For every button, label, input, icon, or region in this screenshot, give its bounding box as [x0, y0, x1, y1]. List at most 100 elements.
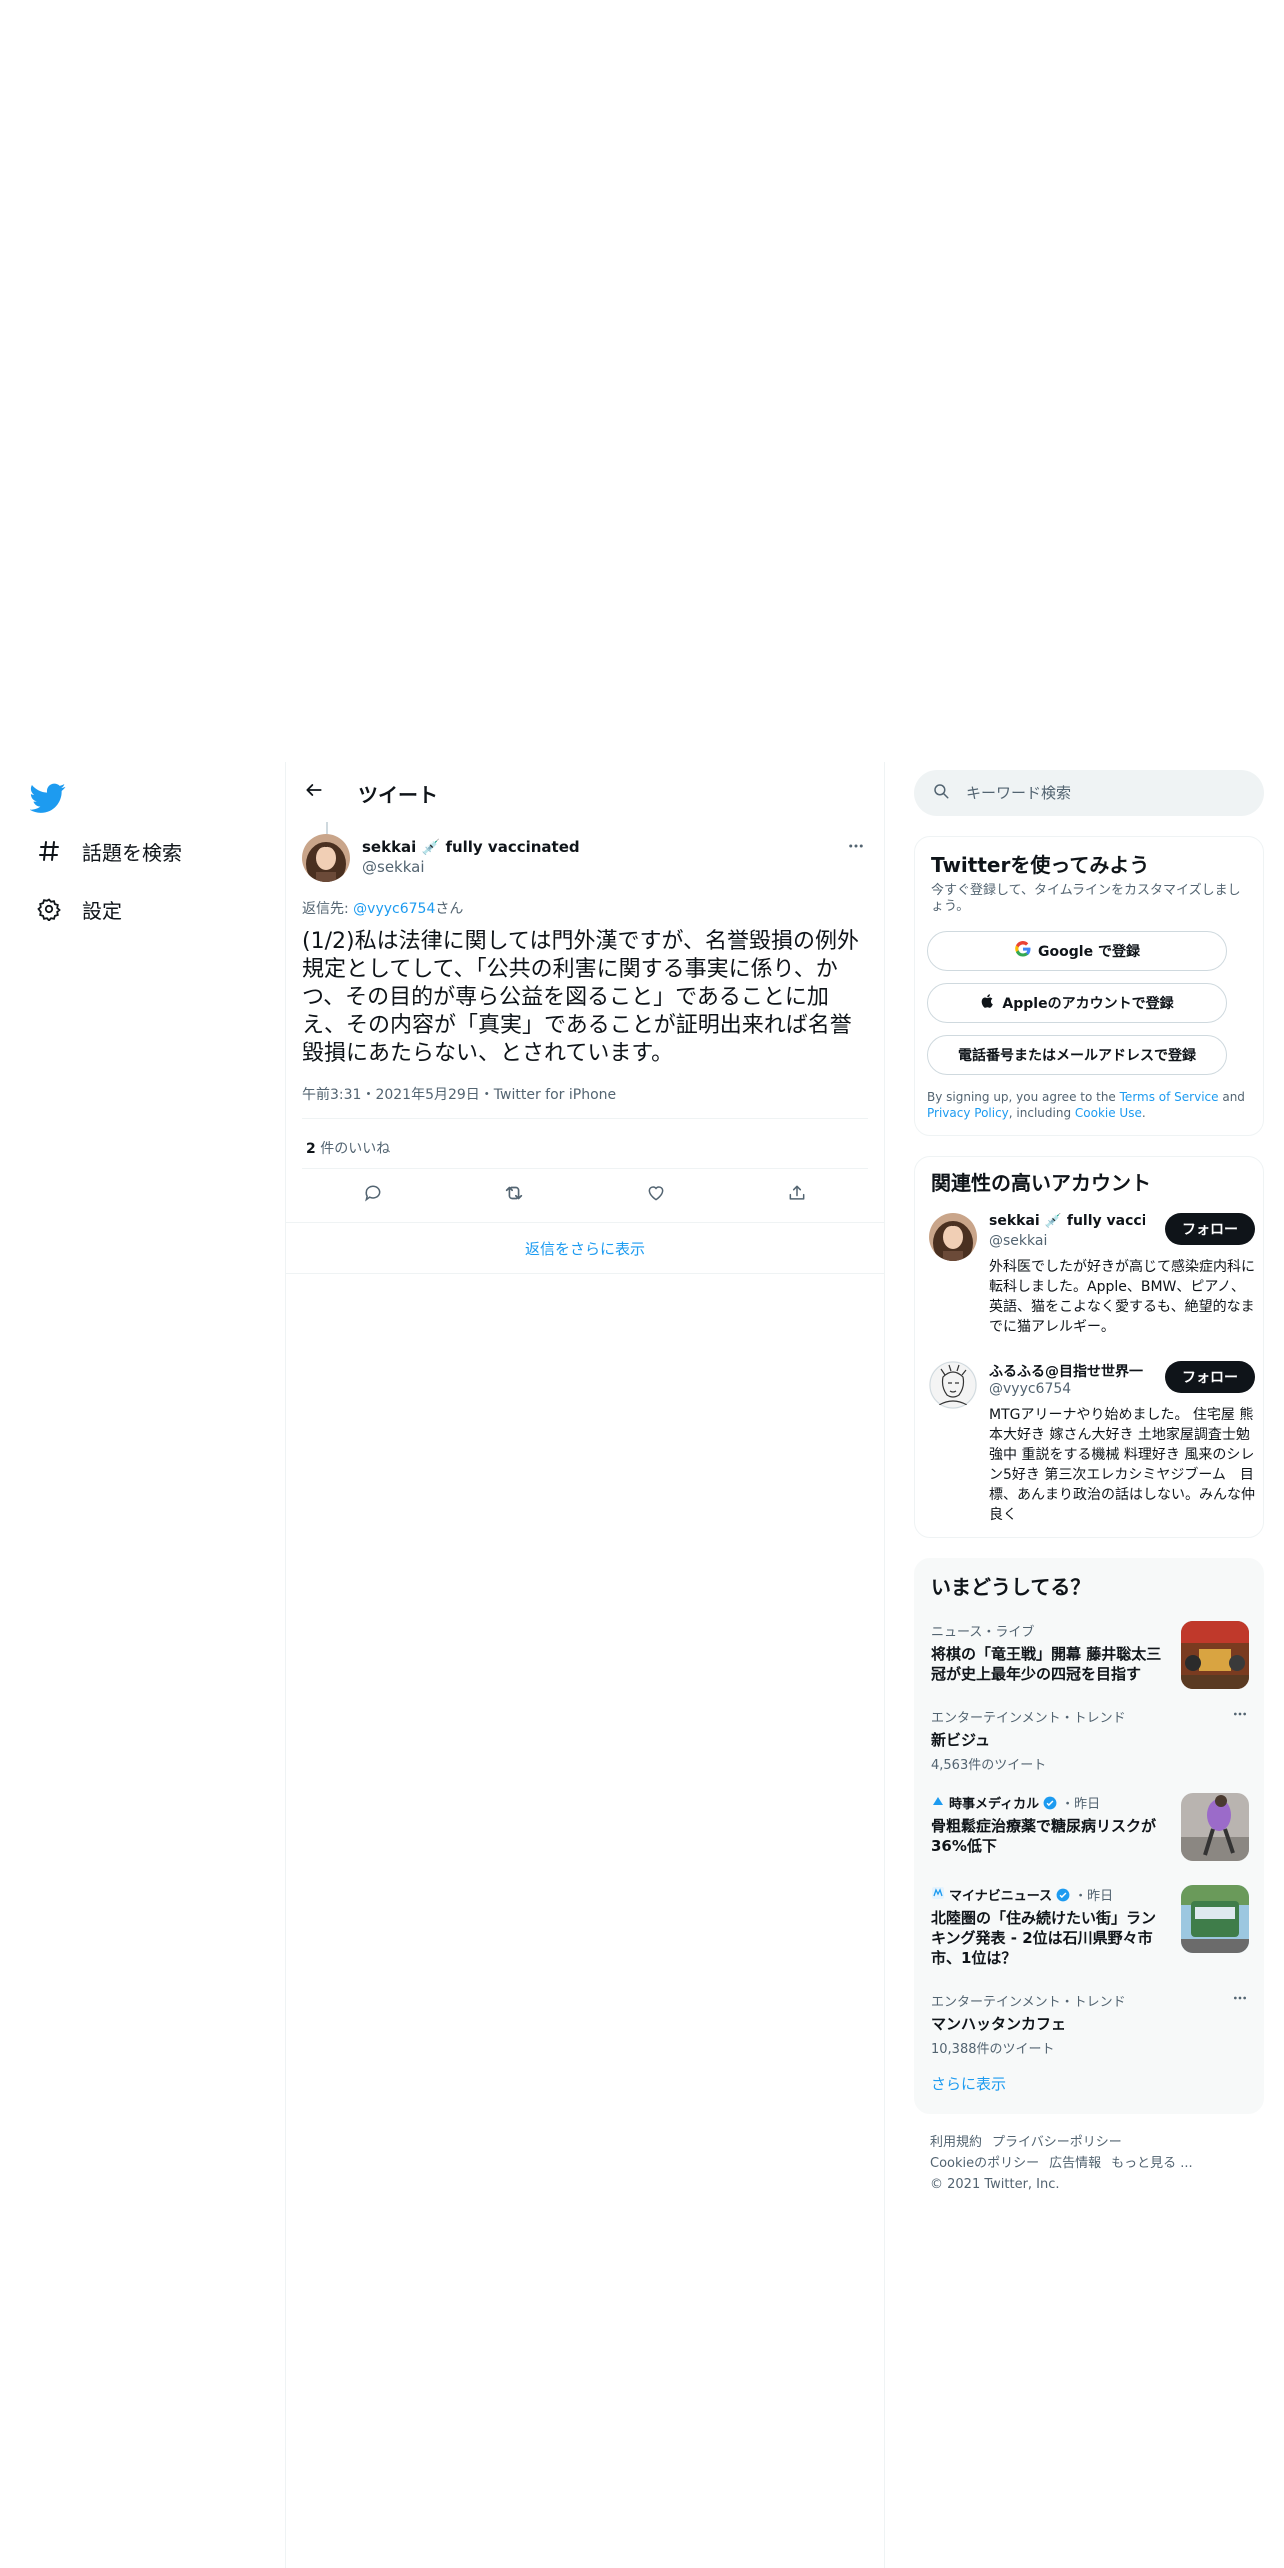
footer-link-ads[interactable]: 広告情報 — [1049, 2156, 1101, 2171]
share-button[interactable] — [779, 1177, 815, 1213]
trends-title: いまどうしてる？ — [931, 1575, 1091, 1599]
more-horizontal-icon — [1232, 1706, 1248, 1726]
search-input[interactable] — [966, 784, 1226, 802]
publish-date: ・昨日 — [1074, 1889, 1114, 1904]
apple-icon — [980, 992, 996, 1014]
trend-more-button[interactable] — [1229, 1707, 1251, 1725]
trend-title: マンハッタンカフェ — [931, 2015, 1067, 2033]
account-name[interactable]: ふるふる@目指せ世界一 — [989, 1361, 1145, 1381]
trend-item[interactable]: ニュース・ライブ 将棋の「竜王戦」開幕 藤井聡太三冠が史上最年少の四冠を目指す — [915, 1621, 1265, 1689]
retweet-icon — [503, 1182, 525, 1208]
account-handle[interactable]: @vyyc6754 — [989, 1381, 1071, 1397]
follow-button[interactable]: フォロー — [1165, 1213, 1255, 1245]
apple-signup-button[interactable]: Appleのアカウントで登録 — [927, 983, 1227, 1023]
twitter-logo-icon[interactable] — [29, 780, 66, 816]
footer-link-cookie[interactable]: Cookieのポリシー — [930, 2156, 1039, 2171]
trend-item[interactable]: エンターテインメント・トレンド マンハッタンカフェ 10,388件のツイート — [915, 1991, 1265, 2057]
trend-item[interactable]: エンターテインメント・トレンド 新ビジュ 4,563件のツイート — [915, 1707, 1265, 1773]
tweet-text: (1/2)私は法律に関しては門外漢ですが、名誉毀損の例外規定としてして、「公共の… — [302, 929, 860, 1066]
trend-category: エンターテインメント・トレンド — [931, 1991, 1249, 2010]
share-icon — [787, 1183, 807, 1207]
back-button[interactable] — [296, 774, 332, 810]
related-accounts-card: 関連性の高いアカウント sekkai 💉 fully vaccinated @s… — [914, 1156, 1264, 1538]
likes-number: 2 — [306, 1141, 316, 1157]
trend-count: 10,388件のツイート — [931, 2042, 1055, 2057]
phone-email-signup-button[interactable]: 電話番号またはメールアドレスで登録 — [927, 1035, 1227, 1075]
account-bio: 外科医でしたが好きが高じて感染症内科に転科しました。Apple、BMW、ピアノ、… — [989, 1259, 1255, 1335]
terms-link[interactable]: Terms of Service — [1120, 1090, 1219, 1104]
retweet-button[interactable] — [496, 1177, 532, 1213]
tweet-actions — [302, 1168, 868, 1222]
trend-count: 4,563件のツイート — [931, 1758, 1047, 1773]
divider — [302, 1118, 868, 1119]
avatar[interactable] — [929, 1213, 977, 1261]
sidebar-footer: 利用規約 プライバシーポリシー Cookieのポリシー 広告情報 もっと見る ... … — [930, 2132, 1250, 2195]
show-more-replies-link[interactable]: 返信をさらに表示 — [286, 1224, 884, 1274]
author-name[interactable]: sekkai 💉 fully vaccinated — [362, 838, 580, 856]
author-avatar[interactable] — [302, 834, 350, 882]
trend-title: 将棋の「竜王戦」開幕 藤井聡太三冠が史上最年少の四冠を目指す — [931, 1645, 1162, 1683]
thread-connector-line — [326, 822, 328, 834]
publish-date: ・昨日 — [1061, 1797, 1101, 1812]
related-title: 関連性の高いアカウント — [931, 1171, 1151, 1195]
trend-more-button[interactable] — [1229, 1991, 1251, 2009]
heart-icon — [646, 1183, 666, 1207]
trend-item[interactable]: マイナビニュース ・昨日 北陸圏の「住み続けたい街」ランキング発表 - 2位は石… — [915, 1885, 1265, 1968]
verified-badge-icon — [1043, 1796, 1057, 1810]
footer-link-terms[interactable]: 利用規約 — [930, 2135, 982, 2150]
legal-text: . — [1141, 1106, 1146, 1120]
cookie-link[interactable]: Cookie Use — [1075, 1106, 1142, 1120]
trend-thumbnail — [1181, 1885, 1249, 1953]
google-signup-button[interactable]: Google で登録 — [927, 931, 1227, 971]
more-horizontal-icon — [1232, 1990, 1248, 2010]
gear-icon — [36, 896, 62, 922]
publisher-name: 時事メディカル — [949, 1797, 1040, 1812]
trend-category-label: エンターテインメント・トレンド — [931, 1711, 1126, 1726]
trend-category: エンターテインメント・トレンド — [931, 1707, 1249, 1726]
trend-thumbnail — [1181, 1621, 1249, 1689]
avatar[interactable] — [929, 1361, 977, 1409]
likes-count[interactable]: 2 件のいいね — [306, 1138, 390, 1158]
trend-category-label: ニュース・ライブ — [931, 1625, 1035, 1640]
footer-row: Cookieのポリシー 広告情報 もっと見る ... — [930, 2153, 1250, 2174]
search-box[interactable] — [914, 770, 1264, 816]
signup-title: Twitterを使ってみよう — [931, 853, 1150, 877]
privacy-link[interactable]: Privacy Policy — [927, 1106, 1009, 1120]
main-header: ツイート — [286, 762, 884, 822]
reply-button[interactable] — [355, 1177, 391, 1213]
like-button[interactable] — [638, 1177, 674, 1213]
legal-text: and — [1218, 1090, 1245, 1104]
reply-icon — [363, 1183, 383, 1207]
more-options-button[interactable] — [844, 836, 868, 860]
likes-label: 件のいいね — [315, 1141, 391, 1157]
nav-item-explore[interactable]: 話題を検索 — [22, 826, 196, 876]
footer-link-more[interactable]: もっと見る ... — [1111, 2156, 1193, 2171]
phone-email-signup-label: 電話番号またはメールアドレスで登録 — [958, 1048, 1196, 1064]
copyright: © 2021 Twitter, Inc. — [930, 2177, 1060, 2192]
footer-link-privacy[interactable]: プライバシーポリシー — [992, 2135, 1122, 2150]
trends-card: いまどうしてる？ ニュース・ライブ 将棋の「竜王戦」開幕 藤井聡太三冠が史上最年… — [914, 1558, 1264, 2114]
reply-to-link[interactable]: @vyyc6754 — [353, 901, 435, 917]
tweet-timestamp[interactable]: 午前3:31・2021年5月29日・Twitter for iPhone — [302, 1084, 616, 1104]
trend-thumbnail — [1181, 1793, 1249, 1861]
search-icon — [932, 782, 950, 804]
follow-button[interactable]: フォロー — [1165, 1361, 1255, 1393]
more-horizontal-icon — [847, 837, 865, 859]
signup-legal-text: By signing up, you agree to the Terms of… — [927, 1089, 1253, 1121]
trends-show-more-link[interactable]: さらに表示 — [931, 2073, 1006, 2094]
reply-to-suffix: さん — [435, 901, 464, 917]
divider — [286, 1222, 884, 1223]
account-handle[interactable]: @sekkai — [989, 1233, 1047, 1249]
publisher-logo-icon — [931, 1886, 945, 1904]
legal-text: , including — [1008, 1106, 1075, 1120]
nav-item-settings[interactable]: 設定 — [22, 884, 136, 934]
nav-item-label: 話題を検索 — [82, 840, 182, 865]
account-name[interactable]: sekkai 💉 fully vaccinated — [989, 1213, 1145, 1229]
author-handle[interactable]: @sekkai — [362, 858, 425, 876]
publisher-name: マイナビニュース — [949, 1889, 1053, 1904]
trend-item[interactable]: 時事メディカル ・昨日 骨粗鬆症治療薬で糖尿病リスクが36%低下 — [915, 1793, 1265, 1861]
nav-item-label: 設定 — [82, 898, 122, 923]
main-column: ツイート sekkai 💉 fully vaccinated @sekkai 返… — [285, 762, 885, 2568]
reply-to-prefix: 返信先: — [302, 901, 354, 917]
arrow-left-icon — [304, 780, 324, 804]
